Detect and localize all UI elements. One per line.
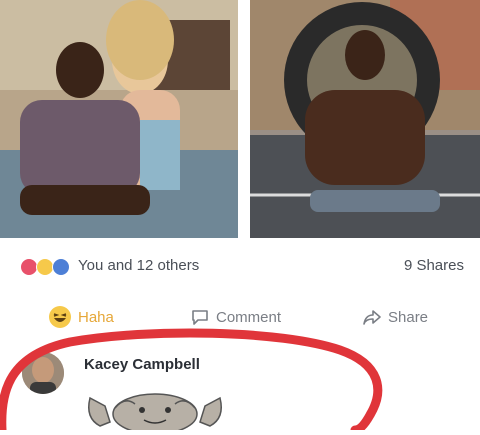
haha-reaction-button[interactable]: Haha xyxy=(48,302,114,332)
reactions-row: You and 12 others 9 Shares xyxy=(0,252,480,280)
rock-monster-sticker xyxy=(80,378,230,435)
reaction-icons[interactable] xyxy=(20,258,76,276)
post-photos xyxy=(0,0,480,238)
comment-author[interactable]: Kacey Campbell xyxy=(84,356,200,373)
share-label: Share xyxy=(388,308,429,326)
like-icon xyxy=(52,258,70,276)
comment-label: Comment xyxy=(216,308,282,326)
reaction-summary[interactable]: You and 12 others xyxy=(78,257,199,274)
comment: Kacey Campbell xyxy=(0,340,480,435)
haha-icon xyxy=(49,306,71,328)
action-bar: Haha Comment Share xyxy=(0,300,480,334)
comment-button[interactable]: Comment xyxy=(190,302,281,332)
shares-count[interactable]: 9 Shares xyxy=(404,257,464,274)
post-photo-man-with-tire[interactable] xyxy=(250,0,480,238)
comment-icon xyxy=(192,310,208,325)
share-arrow-icon xyxy=(363,310,381,325)
post-photo-couple[interactable] xyxy=(0,0,238,238)
share-button[interactable]: Share xyxy=(362,302,428,332)
avatar[interactable] xyxy=(22,352,64,394)
haha-label: Haha xyxy=(78,308,114,326)
